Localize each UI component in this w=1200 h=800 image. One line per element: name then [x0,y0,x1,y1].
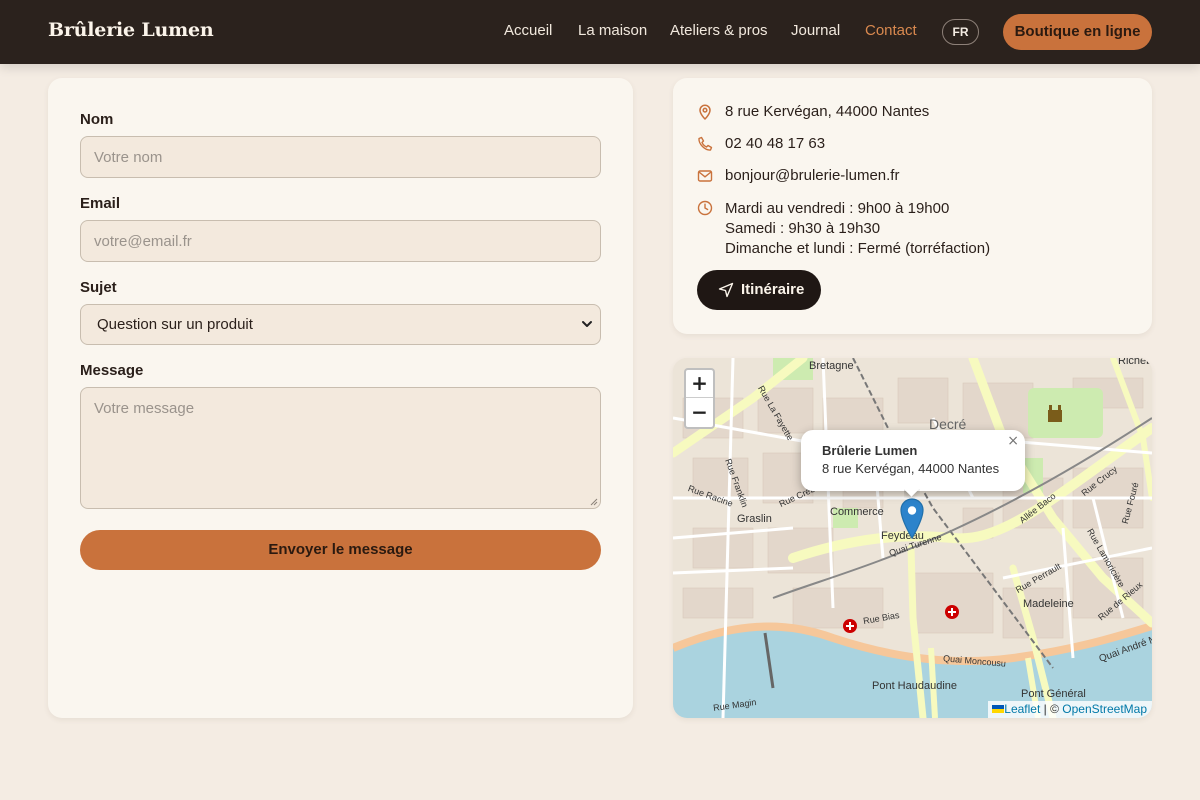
attribution-separator: | © [1043,702,1059,716]
nav-link-la-maison[interactable]: La maison [578,22,647,39]
map-popup: Brûlerie Lumen 8 rue Kervégan, 44000 Nan… [801,430,1025,491]
openstreetmap-link[interactable]: OpenStreetMap [1062,702,1147,716]
email-input[interactable]: votre@email.fr [80,220,601,262]
contact-form: Nom Votre nom Email votre@email.fr Sujet… [48,78,633,718]
email-text[interactable]: bonjour@brulerie-lumen.fr [725,167,899,184]
language-switcher[interactable]: FR [942,19,979,45]
clock-icon [697,200,713,216]
popup-tip [904,489,920,498]
name-label: Nom [80,111,114,128]
chevron-down-icon [582,321,592,327]
zoom-out-button[interactable]: − [686,399,713,427]
site-header: Brûlerie Lumen Accueil La maison Atelier… [0,0,1200,64]
name-placeholder: Votre nom [94,149,163,166]
message-label: Message [80,362,144,379]
location-map[interactable]: Bretagne Decré Graslin Commerce Feydeau … [673,358,1152,718]
resize-grip-icon[interactable] [589,497,598,506]
brand-logo[interactable]: Brûlerie Lumen [48,19,214,41]
map-attribution: Leaflet | © OpenStreetMap [988,701,1152,718]
zoom-control: + − [684,368,715,429]
message-placeholder: Votre message [94,400,195,417]
name-input[interactable]: Votre nom [80,136,601,178]
map-label: Pont Général [1021,688,1086,700]
map-label: Commerce [830,506,884,518]
email-label: Email [80,195,121,212]
subject-selected-value: Question sur un produit [97,316,253,333]
nav-link-contact[interactable]: Contact [865,22,917,39]
zoom-in-button[interactable]: + [686,370,713,398]
close-icon[interactable]: × [1007,433,1019,449]
map-marker-icon[interactable] [899,498,925,539]
subject-label: Sujet [80,279,117,296]
directions-button[interactable]: Itinéraire [697,270,821,310]
navigation-arrow-icon [718,282,734,298]
nav-link-journal[interactable]: Journal [791,22,840,39]
phone-text[interactable]: 02 40 48 17 63 [725,135,825,152]
subject-select[interactable]: Question sur un produit [80,304,601,345]
leaflet-link[interactable]: Leaflet [1004,702,1040,716]
message-textarea[interactable]: Votre message [80,387,601,509]
email-placeholder: votre@email.fr [94,233,192,250]
address-text: 8 rue Kervégan, 44000 Nantes [725,103,930,120]
map-pin-icon [699,104,711,120]
map-label: Pont Haudaudine [872,680,958,692]
online-shop-button[interactable]: Boutique en ligne [1003,14,1152,50]
contact-info-card: 8 rue Kervégan, 44000 Nantes 02 40 48 17… [673,78,1152,334]
popup-address: 8 rue Kervégan, 44000 Nantes [822,461,1000,476]
map-label: Madeleine [1023,598,1074,610]
directions-label: Itinéraire [741,281,805,298]
popup-title: Brûlerie Lumen [822,443,918,458]
mail-icon [697,170,713,182]
map-label: Bretagne [809,360,854,372]
hours-closed: Dimanche et lundi : Fermé (torréfaction) [725,240,991,257]
hours-saturday: Samedi : 9h30 à 19h30 [725,220,881,237]
map-label: Richebourg [1118,358,1152,367]
send-message-button[interactable]: Envoyer le message [80,530,601,570]
nav-link-ateliers[interactable]: Ateliers & pros [670,22,768,39]
ukraine-flag-icon [992,705,1005,713]
nav-link-accueil[interactable]: Accueil [504,22,552,39]
map-label: Graslin [737,513,772,525]
hours-weekdays: Mardi au vendredi : 9h00 à 19h00 [725,200,950,217]
phone-icon [698,136,713,151]
opening-hours: Mardi au vendredi : 9h00 à 19h00 Samedi … [725,199,990,259]
